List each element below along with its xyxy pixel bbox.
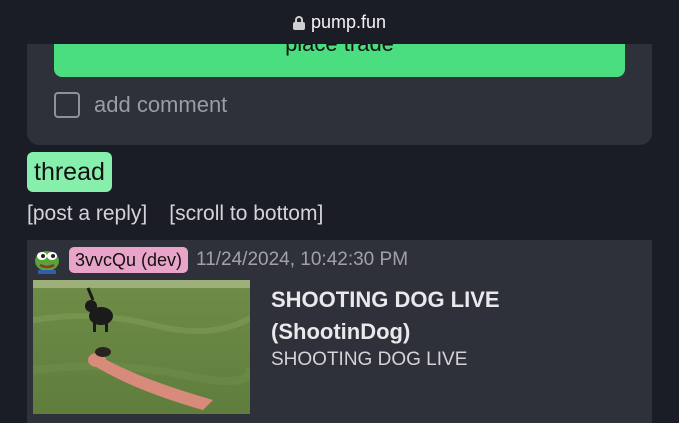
- thread-label: thread: [27, 152, 112, 192]
- dev-user-badge[interactable]: 3vvcQu (dev): [69, 247, 189, 273]
- page: pump.fun place trade add comment thread …: [0, 0, 679, 423]
- post-card: 3vvcQu (dev) 11/24/2024, 10:42:30 PM SHO…: [27, 240, 652, 423]
- url-text: pump.fun: [310, 11, 387, 32]
- place-trade-button[interactable]: place trade: [54, 44, 625, 77]
- post-title-line1: SHOOTING DOG LIVE: [271, 287, 500, 312]
- add-comment-label: add comment: [94, 92, 228, 117]
- post-timestamp: 11/24/2024, 10:42:30 PM: [196, 249, 409, 270]
- dog-on-grass-photo[interactable]: [33, 280, 250, 414]
- add-comment-checkbox[interactable]: [54, 92, 80, 118]
- trade-panel: place trade add comment: [27, 44, 652, 145]
- scroll-to-bottom-link[interactable]: [scroll to bottom]: [169, 202, 323, 226]
- add-comment-row[interactable]: add comment: [54, 92, 227, 118]
- post-header: 3vvcQu (dev) 11/24/2024, 10:42:30 PM: [33, 246, 408, 274]
- post-title-line2: (ShootinDog): [271, 319, 411, 344]
- lock-icon: [292, 16, 305, 30]
- pepe-frog-avatar-icon[interactable]: [33, 246, 61, 274]
- post-description: SHOOTING DOG LIVE: [271, 349, 468, 370]
- place-trade-label: place trade: [285, 44, 394, 56]
- post-title: SHOOTING DOG LIVE (ShootinDog): [271, 284, 631, 348]
- thread-links: [post a reply] [scroll to bottom]: [27, 202, 323, 226]
- post-reply-link[interactable]: [post a reply]: [27, 202, 147, 226]
- url-bar[interactable]: pump.fun: [0, 0, 679, 44]
